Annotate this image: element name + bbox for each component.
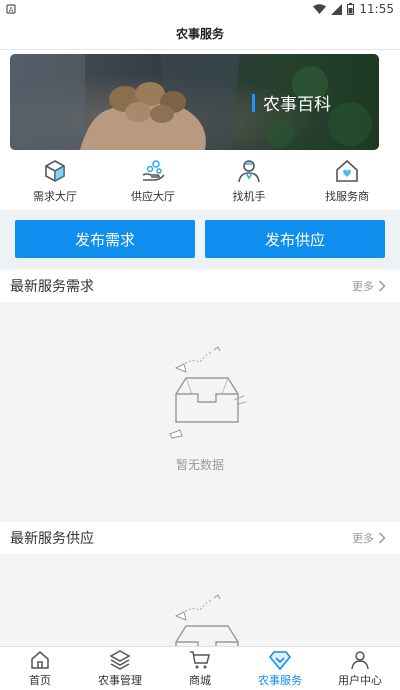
- chevron-right-icon: [378, 532, 386, 544]
- banner-accent-bar: [252, 93, 255, 112]
- demand-more-link[interactable]: 更多: [352, 278, 386, 294]
- banner-title: 农事百科: [263, 95, 331, 115]
- tab-label: 用户中心: [338, 674, 382, 687]
- demand-empty-state: 暂无数据: [0, 302, 400, 520]
- more-label: 更多: [352, 532, 374, 545]
- banner-caption: 农事百科: [252, 90, 331, 115]
- svg-text:A: A: [9, 6, 14, 14]
- tab-user-center[interactable]: 用户中心: [320, 647, 400, 690]
- tab-label: 农事管理: [98, 674, 142, 687]
- supply-empty-state: [0, 554, 400, 646]
- tab-label: 农事服务: [258, 674, 302, 687]
- battery-icon: [347, 3, 355, 15]
- supply-section-header: 最新服务供应 更多: [0, 522, 400, 554]
- quick-link-find-operator[interactable]: 找机手: [204, 158, 294, 206]
- home-icon: [31, 651, 49, 669]
- demand-section-header: 最新服务需求 更多: [0, 270, 400, 302]
- layers-icon: [109, 650, 131, 670]
- tab-farm-management[interactable]: 农事管理: [80, 647, 160, 690]
- supply-more-link[interactable]: 更多: [352, 530, 386, 546]
- action-buttons-row: 发布需求 发布供应: [0, 210, 400, 268]
- status-bar: A 11:55: [0, 0, 400, 18]
- cube-icon: [45, 160, 65, 182]
- chevron-right-icon: [378, 280, 386, 292]
- quick-link-label: 找机手: [232, 190, 266, 203]
- publish-supply-button[interactable]: 发布供应: [205, 220, 385, 258]
- empty-box-icon: [169, 346, 247, 439]
- status-time: 11:55: [359, 2, 394, 16]
- quick-link-label: 找服务商: [325, 190, 369, 203]
- notification-icon: A: [6, 4, 16, 14]
- signal-icon: [331, 3, 343, 15]
- empty-box-icon: [174, 594, 239, 646]
- service-diamond-icon: [269, 651, 291, 671]
- demand-section-title: 最新服务需求: [10, 279, 94, 295]
- wifi-icon: [313, 3, 327, 14]
- user-icon: [351, 651, 369, 670]
- bottom-tab-bar: 首页 农事管理 商城 农事服务 用户中心: [0, 646, 400, 690]
- cart-icon: [190, 651, 210, 669]
- more-label: 更多: [352, 280, 374, 293]
- quick-link-demand-hall[interactable]: 需求大厅: [10, 158, 100, 206]
- tab-label: 首页: [29, 674, 51, 687]
- empty-state-text: 暂无数据: [175, 458, 224, 472]
- top-section: 农事百科 需求大厅 供应大厅 找机手 找服务商: [0, 50, 400, 210]
- supply-section-title: 最新服务供应: [10, 531, 94, 547]
- service-house-icon: [336, 159, 358, 182]
- quick-link-find-provider[interactable]: 找服务商: [302, 158, 392, 206]
- title-bar: 农事服务: [0, 18, 400, 50]
- tab-mall[interactable]: 商城: [160, 647, 240, 690]
- tab-farm-services[interactable]: 农事服务: [240, 647, 320, 690]
- tab-label: 商城: [189, 674, 211, 687]
- operator-person-icon: [238, 160, 260, 183]
- supply-hand-icon: [142, 160, 165, 181]
- publish-demand-button[interactable]: 发布需求: [15, 220, 195, 258]
- quick-link-label: 供应大厅: [131, 190, 175, 203]
- tab-home[interactable]: 首页: [0, 647, 80, 690]
- quick-link-label: 需求大厅: [33, 190, 77, 203]
- quick-link-supply-hall[interactable]: 供应大厅: [108, 158, 198, 206]
- page-title: 农事服务: [175, 27, 224, 41]
- banner[interactable]: 农事百科: [10, 54, 379, 150]
